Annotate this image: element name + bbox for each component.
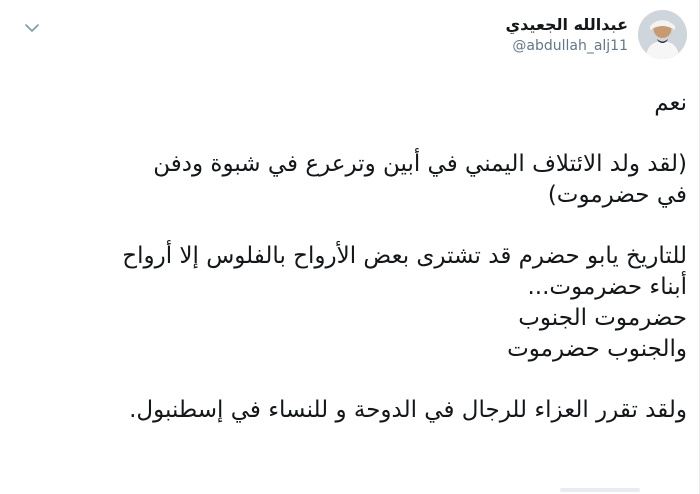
text-line: والجنوب حضرموت <box>507 336 687 362</box>
text-line: حضرموت الجنوب <box>518 305 687 331</box>
paragraph: ولقد تقرر العزاء للرجال في الدوحة و للنس… <box>17 395 687 426</box>
display-name[interactable]: عبدالله الجعيدي <box>506 14 629 36</box>
handle[interactable]: @abdullah_alj11 <box>506 36 628 56</box>
text-line: للتاريخ يابو حضرم قد تشترى بعض الأرواح ب… <box>122 243 687 269</box>
text-line: نعم <box>654 90 687 116</box>
paragraph: نعم <box>17 88 687 119</box>
text-line: في حضرموت) <box>547 182 687 208</box>
text-line: ولقد تقرر العزاء للرجال في الدوحة و للنس… <box>129 397 687 423</box>
footer-divider <box>560 488 640 492</box>
text-line: (لقد ولد الائتلاف اليمني في أبين وترعرع … <box>153 151 687 177</box>
author-names: عبدالله الجعيدي @abdullah_alj11 <box>506 14 629 56</box>
tweet-author: عبدالله الجعيدي @abdullah_alj11 <box>506 10 687 59</box>
avatar[interactable] <box>638 10 687 59</box>
paragraph: للتاريخ يابو حضرم قد تشترى بعض الأرواح ب… <box>17 241 687 365</box>
paragraph: (لقد ولد الائتلاف اليمني في أبين وترعرع … <box>17 149 687 211</box>
chevron-down-icon[interactable] <box>22 18 42 38</box>
text-line: أبناء حضرموت... <box>527 274 687 300</box>
tweet-card: عبدالله الجعيدي @abdullah_alj11 نعم (لقد… <box>0 0 700 494</box>
tweet-text: نعم (لقد ولد الائتلاف اليمني في أبين وتر… <box>17 88 687 456</box>
